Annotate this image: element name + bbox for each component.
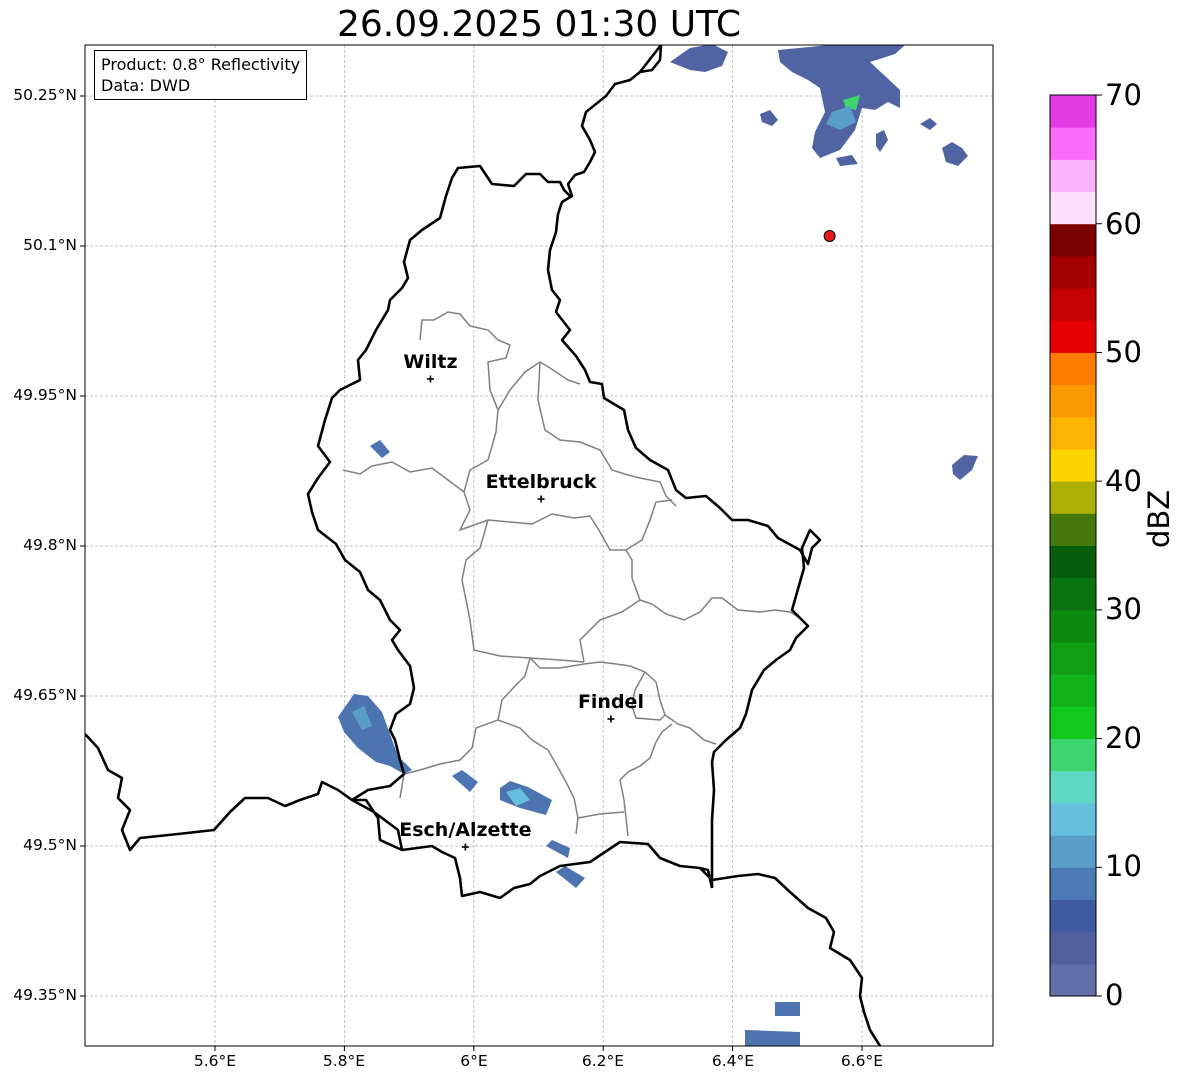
lat-label: 49.95°N xyxy=(13,386,77,404)
lat-label: 49.35°N xyxy=(13,986,77,1004)
colorbar-segment xyxy=(1050,416,1096,450)
city-label-wiltz: Wiltz xyxy=(403,351,458,373)
city-label-findel: Findel xyxy=(577,691,644,713)
colorbar xyxy=(1049,94,1102,997)
product-label: Product: 0.8° Reflectivity xyxy=(101,55,301,74)
colorbar-segment xyxy=(1050,320,1096,353)
lat-label: 50.25°N xyxy=(13,86,77,104)
colorbar-segment xyxy=(1050,802,1096,836)
colorbar-unit-label: dBZ xyxy=(1142,489,1176,548)
data-source-label: Data: DWD xyxy=(101,76,191,95)
lon-label: 6.4°E xyxy=(711,1052,755,1070)
colorbar-segment xyxy=(1050,255,1096,289)
colorbar-segment xyxy=(1050,642,1096,675)
colorbar-segment xyxy=(1050,288,1096,321)
lon-label: 5.8°E xyxy=(322,1052,366,1070)
colorbar-segment xyxy=(1050,448,1096,482)
colorbar-segment xyxy=(1050,159,1096,193)
colorbar-tick-label: 30 xyxy=(1105,592,1142,626)
colorbar-tick-label: 60 xyxy=(1105,207,1142,241)
lat-label: 49.5°N xyxy=(23,836,77,854)
radar-map xyxy=(80,44,1102,1051)
colorbar-tick-label: 10 xyxy=(1105,849,1142,883)
colorbar-segment xyxy=(1050,963,1096,997)
lon-label: 6.6°E xyxy=(840,1052,884,1070)
colorbar-segment xyxy=(1050,770,1096,804)
colorbar-segment xyxy=(1050,223,1096,257)
lon-label: 6.2°E xyxy=(581,1052,625,1070)
lat-label: 50.1°N xyxy=(23,236,77,254)
product-info-box: Product: 0.8° Reflectivity Data: DWD xyxy=(94,50,308,100)
colorbar-segment xyxy=(1050,835,1096,868)
colorbar-segment xyxy=(1050,191,1096,225)
colorbar-segment xyxy=(1050,577,1096,611)
colorbar-segment xyxy=(1050,95,1096,128)
lon-label: 5.6°E xyxy=(193,1052,237,1070)
colorbar-segment xyxy=(1050,384,1096,418)
city-label-ettelbruck: Ettelbruck xyxy=(485,471,597,493)
radar-site-marker xyxy=(823,230,836,242)
colorbar-segment xyxy=(1050,706,1096,740)
colorbar-segment xyxy=(1050,352,1096,386)
lat-label: 49.65°N xyxy=(13,686,77,704)
colorbar-segment xyxy=(1050,674,1096,707)
colorbar-segment xyxy=(1050,931,1096,965)
colorbar-segment xyxy=(1050,609,1096,643)
colorbar-segment xyxy=(1050,545,1096,579)
colorbar-segment xyxy=(1050,481,1096,514)
city-label-esch: Esch/Alzette xyxy=(399,819,532,841)
colorbar-tick-label: 40 xyxy=(1105,464,1142,498)
colorbar-tick-label: 70 xyxy=(1105,78,1142,112)
colorbar-tick-label: 20 xyxy=(1105,721,1142,755)
colorbar-segment xyxy=(1050,899,1096,933)
colorbar-segment xyxy=(1050,738,1096,772)
colorbar-segment xyxy=(1050,867,1096,900)
lat-label: 49.8°N xyxy=(23,536,77,554)
colorbar-tick-label: 50 xyxy=(1105,335,1142,369)
colorbar-segment xyxy=(1050,513,1096,546)
lon-label: 6°E xyxy=(460,1052,488,1070)
colorbar-tick-label: 0 xyxy=(1105,978,1124,1012)
colorbar-segment xyxy=(1050,127,1096,160)
